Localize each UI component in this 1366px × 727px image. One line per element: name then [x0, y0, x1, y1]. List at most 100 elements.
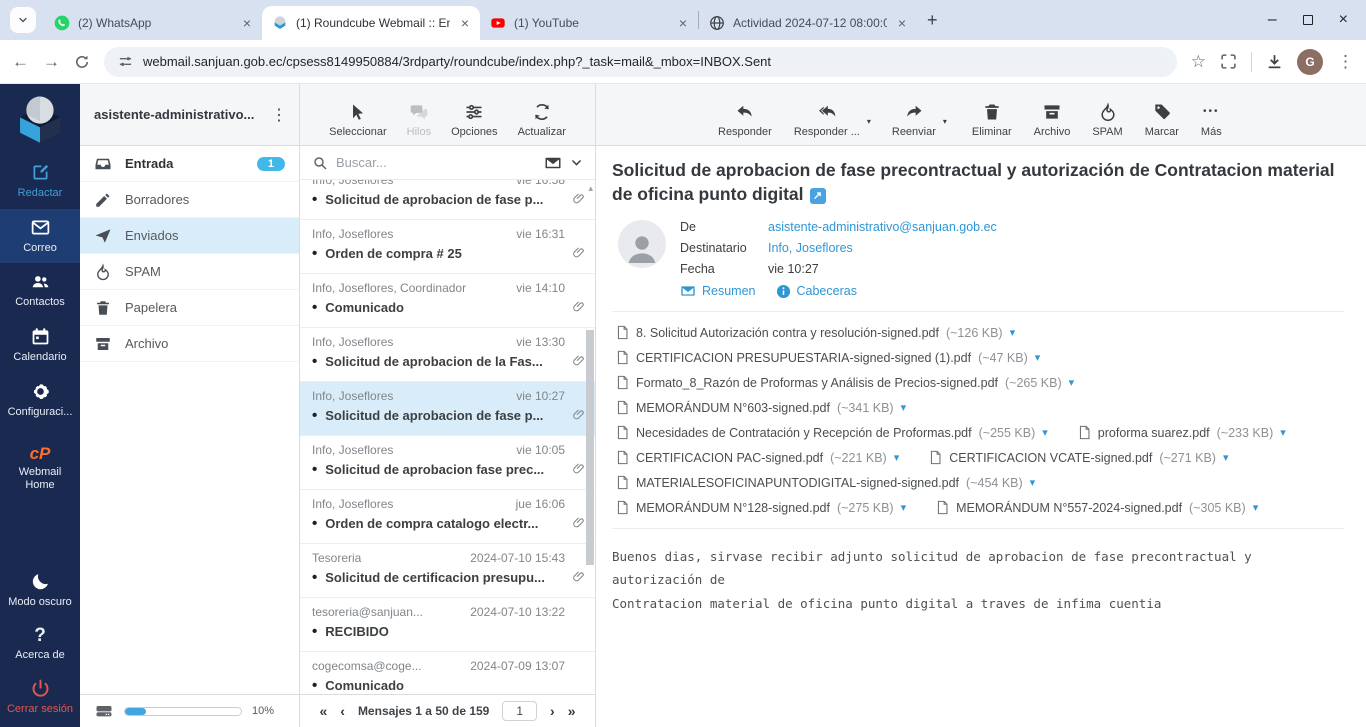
message-list-item[interactable]: cogecomsa@coge...2024-07-09 13:07 •Comun…	[300, 652, 595, 694]
attachment-menu-caret-icon[interactable]: ▾	[1030, 476, 1036, 489]
attachment-menu-caret-icon[interactable]: ▾	[1280, 426, 1286, 439]
message-list-item[interactable]: Info, Josefloresvie 16:31 •Orden de comp…	[300, 220, 595, 274]
attachment-item[interactable]: MEMORÁNDUM N°557-2024-signed.pdf (~305 K…	[936, 500, 1258, 515]
maximize-button[interactable]	[1303, 15, 1313, 25]
archive-button[interactable]: Archivo	[1034, 102, 1071, 138]
attachment-menu-caret-icon[interactable]: ▾	[1042, 426, 1048, 439]
attachment-menu-caret-icon[interactable]: ▾	[894, 451, 900, 464]
page-next-button[interactable]: ›	[550, 703, 555, 719]
message-list-item[interactable]: Info, Josefloresvie 16:58 •Solicitud de …	[300, 180, 595, 220]
forward-caret-icon[interactable]: ▾	[943, 117, 947, 126]
sidebar-item-cerrar-sesion[interactable]: Cerrar sesión	[0, 670, 80, 725]
refresh-button[interactable]: Actualizar	[518, 102, 566, 138]
tab-search-button[interactable]	[10, 7, 36, 33]
attachment-menu-caret-icon[interactable]: ▾	[1069, 376, 1075, 389]
search-input[interactable]	[336, 155, 536, 170]
close-button[interactable]: ×	[1339, 11, 1348, 29]
spam-button[interactable]: SPAM	[1092, 102, 1122, 138]
page-last-button[interactable]: »	[568, 703, 576, 719]
tab-close-icon[interactable]: ×	[240, 15, 254, 31]
download-icon[interactable]	[1266, 53, 1283, 70]
more-button[interactable]: ••• Más	[1201, 102, 1222, 138]
message-list-item[interactable]: Info, Joseflores, Coordinadorvie 14:10 •…	[300, 274, 595, 328]
sidebar-item-configuracion[interactable]: Configuraci...	[0, 373, 80, 428]
attachment-item[interactable]: proforma suarez.pdf (~233 KB) ▾	[1078, 425, 1286, 440]
page-first-button[interactable]: «	[319, 703, 327, 719]
external-link-icon[interactable]: ↗	[810, 188, 826, 204]
tab-roundcube[interactable]: (1) Roundcube Webmail :: Envia ×	[262, 6, 480, 40]
page-prev-button[interactable]: ‹	[340, 703, 345, 719]
attachment-item[interactable]: CERTIFICACION VCATE-signed.pdf (~271 KB)…	[929, 450, 1228, 465]
attachment-item[interactable]: CERTIFICACION PAC-signed.pdf (~221 KB) ▾	[616, 450, 899, 465]
back-button[interactable]: ←	[12, 53, 29, 70]
summary-button[interactable]: Resumen	[680, 283, 756, 299]
attachment-menu-caret-icon[interactable]: ▾	[901, 501, 907, 514]
message-list-item-selected[interactable]: Info, Josefloresvie 10:27 •Solicitud de …	[300, 382, 595, 436]
minimize-button[interactable]: –	[1268, 11, 1277, 29]
attachment-menu-caret-icon[interactable]: ▾	[901, 401, 907, 414]
sidebar-item-webmail-home[interactable]: cP Webmail Home	[0, 437, 80, 500]
sidebar-item-contactos[interactable]: Contactos	[0, 263, 80, 318]
sidebar-item-redactar[interactable]: Redactar	[0, 154, 80, 209]
new-tab-button[interactable]: +	[927, 10, 938, 31]
tab-actividad[interactable]: Actividad 2024-07-12 08:00:00 ×	[699, 6, 917, 40]
attachment-item[interactable]: CERTIFICACION PRESUPUESTARIA-signed-sign…	[616, 350, 1040, 365]
sidebar-item-calendario[interactable]: Calendario	[0, 318, 80, 373]
forward-button[interactable]: →	[43, 53, 60, 70]
folder-borradores[interactable]: Borradores	[80, 182, 299, 218]
select-button[interactable]: Seleccionar	[329, 102, 386, 138]
delete-button[interactable]: Eliminar	[972, 102, 1012, 138]
folder-menu-icon[interactable]: ⋮	[267, 105, 291, 125]
options-button[interactable]: Opciones	[451, 102, 497, 138]
attachment-item[interactable]: Necesidades de Contratación y Recepción …	[616, 425, 1048, 440]
reload-button[interactable]	[74, 54, 90, 70]
folder-archivo[interactable]: Archivo	[80, 326, 299, 362]
browser-menu-icon[interactable]: ⋮	[1337, 53, 1354, 70]
message-list-item[interactable]: Info, Josefloresvie 13:30 •Solicitud de …	[300, 328, 595, 382]
page-number-input[interactable]: 1	[502, 701, 537, 721]
folder-papelera[interactable]: Papelera	[80, 290, 299, 326]
side-panel-icon[interactable]	[1220, 53, 1237, 70]
search-scope-mail-icon[interactable]	[544, 154, 562, 172]
tab-close-icon[interactable]: ×	[895, 15, 909, 31]
bookmark-star-icon[interactable]: ☆	[1191, 53, 1206, 70]
attachment-menu-caret-icon[interactable]: ▾	[1253, 501, 1259, 514]
tab-youtube[interactable]: (1) YouTube ×	[480, 6, 698, 40]
attachment-item[interactable]: MATERIALESOFICINAPUNTODIGITAL-signed-sig…	[616, 475, 1035, 490]
attachment-menu-caret-icon[interactable]: ▾	[1035, 351, 1041, 364]
message-list-item[interactable]: Info, Josefloresjue 16:06 •Orden de comp…	[300, 490, 595, 544]
profile-avatar[interactable]: G	[1297, 49, 1323, 75]
recipient-links[interactable]: Info, Joseflores	[768, 241, 853, 255]
tab-whatsapp[interactable]: (2) WhatsApp ×	[44, 6, 262, 40]
search-options-chevron-icon[interactable]	[570, 156, 583, 169]
threads-button[interactable]: Hilos	[407, 102, 431, 138]
sidebar-item-acerca-de[interactable]: ? Acerca de	[0, 618, 80, 671]
reply-all-caret-icon[interactable]: ▾	[867, 117, 871, 126]
tab-close-icon[interactable]: ×	[676, 15, 690, 31]
mark-button[interactable]: Marcar	[1145, 102, 1179, 138]
list-scrollbar[interactable]	[586, 330, 594, 565]
scrollbar-up-icon[interactable]: ▴	[588, 183, 593, 194]
folder-entrada[interactable]: Entrada 1	[80, 146, 299, 182]
attachment-menu-caret-icon[interactable]: ▾	[1010, 326, 1016, 339]
headers-button[interactable]: Cabeceras	[776, 284, 857, 299]
sidebar-item-correo[interactable]: Correo	[0, 209, 80, 264]
sender-address-link[interactable]: asistente-administrativo@sanjuan.gob.ec	[768, 220, 997, 234]
address-bar[interactable]: webmail.sanjuan.gob.ec/cpsess8149950884/…	[104, 47, 1177, 77]
message-list-item[interactable]: Tesoreria2024-07-10 15:43 •Solicitud de …	[300, 544, 595, 598]
forward-button[interactable]: Reenviar ▾	[892, 102, 936, 138]
attachment-item[interactable]: Formato_8_Razón de Proformas y Análisis …	[616, 375, 1074, 390]
message-list-item[interactable]: Info, Josefloresvie 10:05 •Solicitud de …	[300, 436, 595, 490]
folder-enviados[interactable]: Enviados	[80, 218, 299, 254]
attachment-item[interactable]: MEMORÁNDUM N°128-signed.pdf (~275 KB) ▾	[616, 500, 906, 515]
attachment-menu-caret-icon[interactable]: ▾	[1223, 451, 1229, 464]
sidebar-item-modo-oscuro[interactable]: Modo oscuro	[0, 563, 80, 618]
attachment-item[interactable]: MEMORÁNDUM N°603-signed.pdf (~341 KB) ▾	[616, 400, 906, 415]
reply-all-button[interactable]: Responder ... ▾	[794, 102, 860, 138]
site-info-icon[interactable]	[118, 54, 133, 69]
attachment-item[interactable]: 8. Solicitud Autorización contra y resol…	[616, 325, 1015, 340]
reply-button[interactable]: Responder	[718, 102, 772, 138]
message-list-item[interactable]: tesoreria@sanjuan...2024-07-10 13:22 •RE…	[300, 598, 595, 652]
folder-spam[interactable]: SPAM	[80, 254, 299, 290]
tab-close-icon[interactable]: ×	[458, 15, 472, 31]
